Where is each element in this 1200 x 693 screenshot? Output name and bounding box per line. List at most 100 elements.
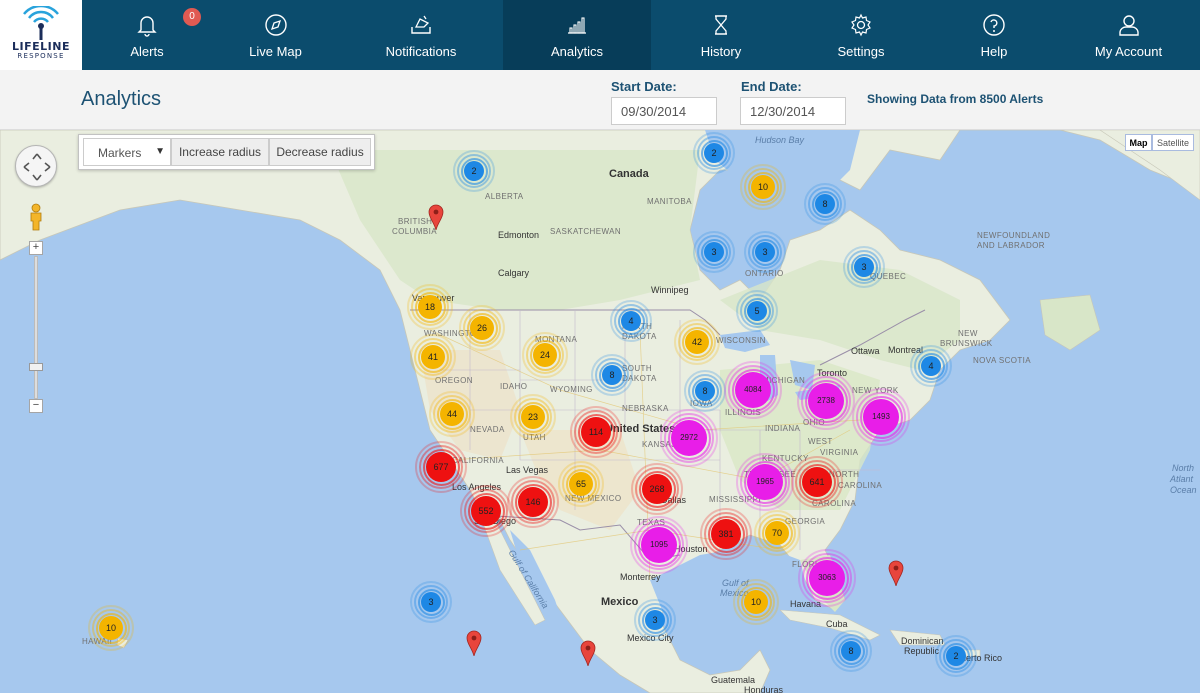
map-type-satellite-button[interactable]: Satellite	[1152, 134, 1194, 151]
alert-cluster-marker[interactable]: 65	[558, 461, 604, 507]
alert-cluster-marker[interactable]: 8	[591, 354, 633, 396]
increase-radius-button[interactable]: Increase radius	[171, 138, 269, 166]
alert-cluster-marker[interactable]: 5	[736, 290, 778, 332]
alert-cluster-marker[interactable]: 4084	[724, 361, 782, 419]
alert-cluster-marker[interactable]: 146	[507, 476, 559, 528]
start-date-input[interactable]	[611, 97, 717, 125]
start-date-label: Start Date:	[611, 79, 677, 94]
nav-history[interactable]: History	[651, 0, 791, 70]
cluster-count: 5	[747, 301, 767, 321]
label-wisconsin: WISCONSIN	[716, 336, 766, 345]
alert-cluster-marker[interactable]: 114	[570, 406, 622, 458]
nav-notifications[interactable]: Notifications	[339, 0, 503, 70]
location-pin-icon[interactable]	[428, 204, 444, 230]
alert-cluster-marker[interactable]: 24	[522, 332, 568, 378]
page-title: Analytics	[81, 88, 162, 110]
cluster-count: 146	[518, 487, 548, 517]
app-logo[interactable]: LIFELINE RESPONSE	[0, 0, 82, 70]
alert-cluster-marker[interactable]: 381	[700, 508, 752, 560]
alert-cluster-marker[interactable]: 8	[804, 183, 846, 225]
alert-cluster-marker[interactable]: 42	[674, 319, 720, 365]
alert-cluster-marker[interactable]: 41	[410, 334, 456, 380]
alert-cluster-marker[interactable]: 44	[429, 391, 475, 437]
alert-cluster-marker[interactable]: 3	[843, 246, 885, 288]
alert-cluster-marker[interactable]: 552	[460, 485, 512, 537]
nav-live-map-label: Live Map	[249, 44, 302, 59]
gear-icon	[851, 13, 871, 37]
label-edmonton: Edmonton	[498, 230, 540, 240]
nav-my-account-label: My Account	[1094, 44, 1163, 59]
cluster-count: 44	[440, 402, 464, 426]
location-pin-icon[interactable]	[580, 640, 596, 666]
label-ottawa: Ottawa	[851, 346, 880, 356]
label-nova-scotia: NOVA SCOTIA	[973, 356, 1032, 365]
street-view-pegman-icon[interactable]	[27, 203, 45, 231]
alert-cluster-marker[interactable]: 3063	[798, 549, 856, 607]
label-manitoba: MANITOBA	[647, 197, 692, 206]
label-cuba: Cuba	[826, 619, 848, 629]
end-date-input[interactable]	[740, 97, 846, 125]
alert-cluster-marker[interactable]: 1493	[852, 388, 910, 446]
alert-cluster-marker[interactable]: 10	[740, 164, 786, 210]
nav-help[interactable]: Help	[931, 0, 1057, 70]
label-hudson-bay: Hudson Bay	[755, 135, 805, 145]
pan-arrows-icon	[23, 153, 51, 181]
label-honduras: Honduras	[744, 685, 784, 693]
alert-cluster-marker[interactable]: 2	[935, 635, 977, 677]
cluster-count: 1493	[863, 399, 899, 435]
alert-cluster-marker[interactable]: 23	[510, 394, 556, 440]
cluster-count: 2	[704, 143, 724, 163]
alert-cluster-marker[interactable]: 26	[459, 305, 505, 351]
label-newfoundland-2: AND LABRADOR	[977, 241, 1045, 250]
alert-cluster-marker[interactable]: 2972	[660, 409, 718, 467]
location-pin-icon[interactable]	[888, 560, 904, 586]
layer-select[interactable]: Markers ▼	[83, 138, 171, 166]
alert-cluster-marker[interactable]: 3	[634, 599, 676, 641]
zoom-slider-track[interactable]	[34, 256, 38, 399]
zoom-slider-handle[interactable]	[29, 363, 43, 371]
map-type-map-button[interactable]: Map	[1125, 134, 1152, 151]
cluster-count: 41	[421, 345, 445, 369]
decrease-radius-button[interactable]: Decrease radius	[269, 138, 371, 166]
map-pan-control[interactable]	[15, 145, 57, 187]
alert-cluster-marker[interactable]: 2	[453, 150, 495, 192]
alert-cluster-marker[interactable]: 641	[791, 456, 843, 508]
nav-analytics-label: Analytics	[550, 44, 604, 59]
nav-my-account[interactable]: My Account	[1057, 0, 1200, 70]
alert-cluster-marker[interactable]: 8	[830, 630, 872, 672]
alert-cluster-marker[interactable]: 4	[610, 300, 652, 342]
alert-cluster-marker[interactable]: 4	[910, 345, 952, 387]
cluster-count: 677	[426, 452, 456, 482]
location-pin-icon[interactable]	[466, 630, 482, 656]
cluster-count: 1965	[747, 464, 783, 500]
zoom-out-button[interactable]: −	[29, 399, 43, 413]
cluster-count: 42	[685, 330, 709, 354]
alert-cluster-marker[interactable]: 8	[684, 370, 726, 412]
label-guatemala: Guatemala	[711, 675, 756, 685]
cluster-count: 3	[755, 242, 775, 262]
cluster-count: 552	[471, 496, 501, 526]
alert-cluster-marker[interactable]: 70	[754, 510, 800, 556]
label-north-atlantic-1: North	[1172, 463, 1195, 473]
cluster-count: 2	[946, 646, 966, 666]
alert-cluster-marker[interactable]: 2	[693, 132, 735, 174]
alert-cluster-marker[interactable]: 3	[693, 231, 735, 273]
nav-alerts[interactable]: Alerts 0	[82, 0, 212, 70]
zoom-in-button[interactable]: +	[29, 241, 43, 255]
cluster-count: 10	[99, 616, 123, 640]
alert-cluster-marker[interactable]: 3	[410, 581, 452, 623]
nav-analytics[interactable]: Analytics	[503, 0, 651, 70]
alert-cluster-marker[interactable]: 268	[631, 463, 683, 515]
alert-cluster-marker[interactable]: 1095	[630, 516, 688, 574]
alert-cluster-marker[interactable]: 10	[88, 605, 134, 651]
alert-cluster-marker[interactable]: 18	[407, 284, 453, 330]
alert-cluster-marker[interactable]: 1965	[736, 453, 794, 511]
end-date-label: End Date:	[741, 79, 802, 94]
alert-cluster-marker[interactable]: 10	[733, 579, 779, 625]
nav-live-map[interactable]: Live Map	[212, 0, 339, 70]
nav-settings[interactable]: Settings	[791, 0, 931, 70]
alert-cluster-marker[interactable]: 2738	[797, 372, 855, 430]
map-layer-controls: Markers ▼ Increase radius Decrease radiu…	[78, 134, 375, 170]
alert-cluster-marker[interactable]: 3	[744, 231, 786, 273]
alert-map[interactable]: Canada United States Mexico Hudson Bay G…	[0, 130, 1200, 693]
